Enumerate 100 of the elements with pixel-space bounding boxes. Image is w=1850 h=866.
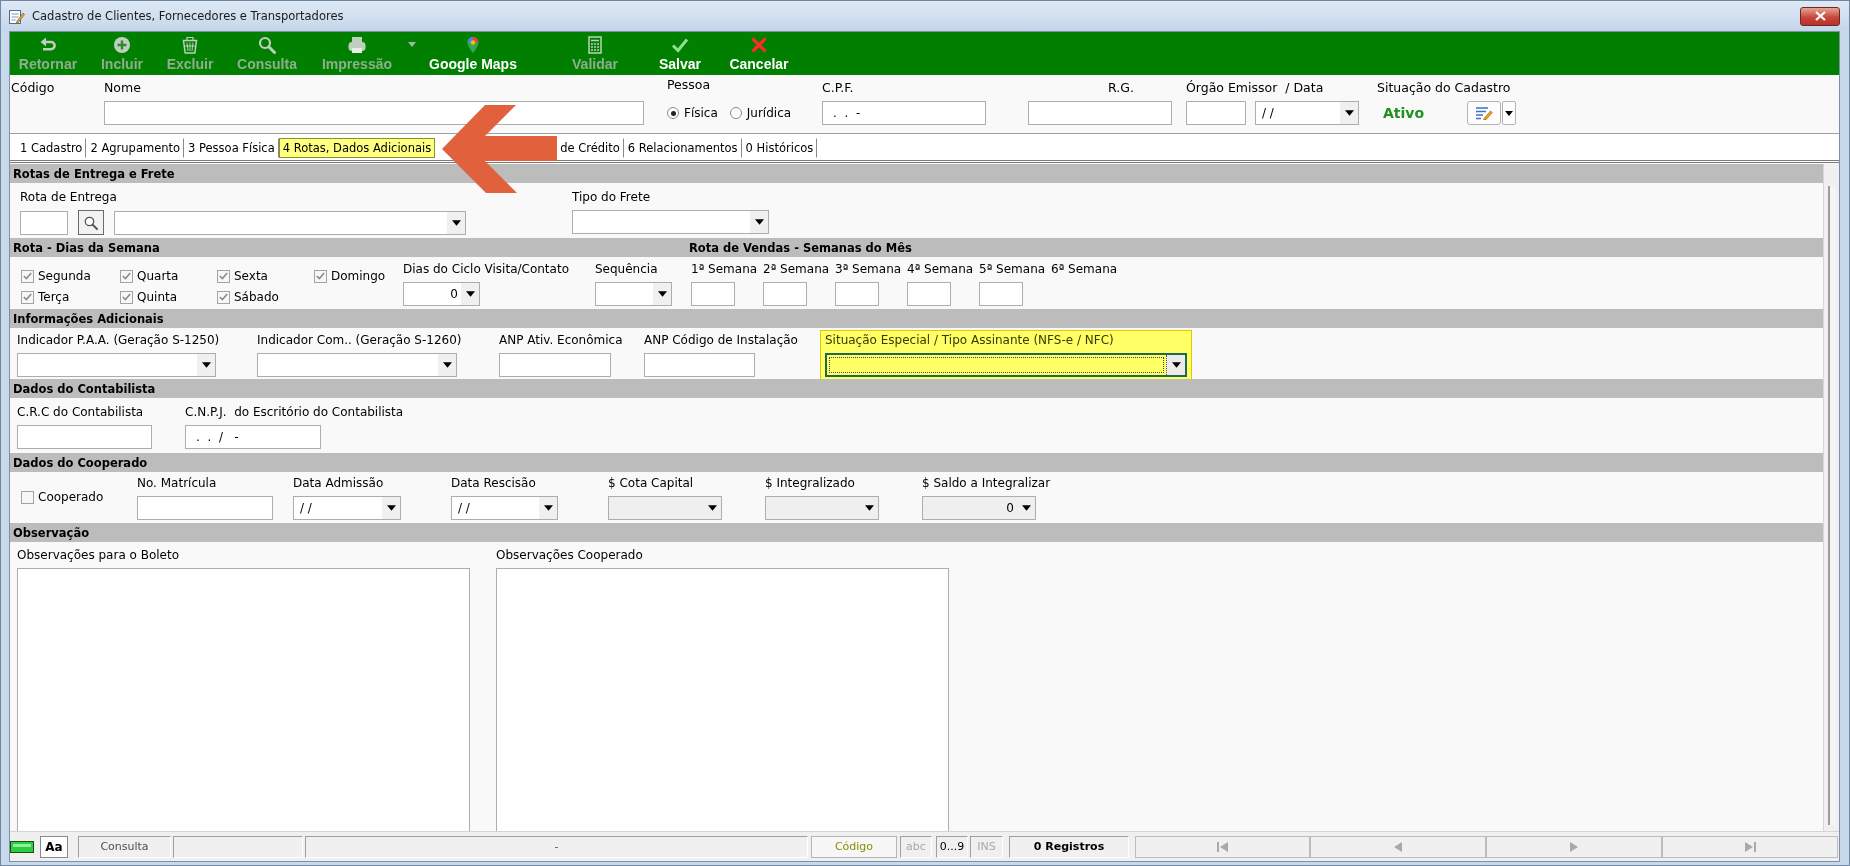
search-icon: [258, 36, 276, 54]
dropdown-field[interactable]: [572, 210, 769, 234]
dropdown-field[interactable]: [825, 353, 1187, 377]
status-value: Ativo: [1383, 105, 1425, 121]
checkbox[interactable]: [217, 290, 230, 304]
field-label: Situação Especial / Tipo Assinante (NFS-e / NFC): [825, 333, 1114, 348]
field-label: ANP Código de Instalação: [644, 333, 798, 348]
field-label: Observações para o Boleto: [17, 548, 180, 563]
checkbox[interactable]: [120, 269, 133, 283]
text-field[interactable]: [644, 353, 755, 377]
text-field[interactable]: [499, 353, 611, 377]
field-label: 6ª Semana: [1051, 262, 1118, 277]
field-label: 2ª Semana: [763, 262, 830, 277]
checkbox-label: Cooperado: [38, 490, 104, 504]
text-field[interactable]: [835, 282, 879, 306]
field-label: Indicador P.A.A. (Geração S-1250): [17, 333, 220, 348]
checkbox[interactable]: [21, 490, 34, 504]
caret-icon: [657, 291, 667, 297]
text-field[interactable]: [1186, 101, 1246, 125]
text-field[interactable]: . . / -: [185, 425, 321, 449]
text-field[interactable]: [137, 496, 273, 520]
section-title: Rota - Dias da Semana: [13, 240, 160, 255]
text-field[interactable]: [763, 282, 807, 306]
checkmark-icon: [219, 293, 228, 301]
caret-icon: [707, 505, 717, 511]
checkbox[interactable]: [21, 290, 34, 304]
checkbox[interactable]: [314, 269, 327, 283]
close-button[interactable]: [1800, 6, 1840, 26]
text-field[interactable]: [979, 282, 1023, 306]
radio-button[interactable]: [729, 107, 742, 119]
field-label: No. Matrícula: [137, 476, 217, 491]
toolbar-button[interactable]: Salvar: [645, 32, 715, 75]
checkmark-icon: [122, 272, 131, 280]
trash-icon: [181, 36, 199, 54]
dropdown-field[interactable]: [114, 210, 466, 235]
checkbox-label: Segunda: [38, 269, 91, 283]
checkbox[interactable]: [21, 269, 34, 283]
caret-icon: [1344, 110, 1354, 116]
checkmark-icon: [219, 272, 228, 280]
dropdown-field[interactable]: [595, 282, 672, 306]
search-icon: [84, 215, 98, 230]
list-pencil-icon: [1475, 106, 1494, 120]
toolbar-button[interactable]: Cancelar: [720, 32, 798, 75]
checkbox[interactable]: [120, 290, 133, 304]
scrollbar-thumb[interactable]: [1828, 186, 1836, 825]
checkmark-icon: [23, 272, 32, 280]
field-label: 5ª Semana: [979, 262, 1046, 277]
font-button[interactable]: Aa: [40, 835, 68, 858]
return-arrow-icon: [39, 36, 57, 54]
text-field[interactable]: [907, 282, 951, 306]
checkbox[interactable]: [217, 269, 230, 283]
caret-icon: [1505, 110, 1514, 116]
caret-icon: [451, 219, 461, 226]
dropdown-field[interactable]: [17, 353, 216, 377]
caret-icon: [465, 291, 475, 297]
field-label: 4ª Semana: [907, 262, 974, 277]
text-field[interactable]: [691, 282, 735, 306]
radio-label: Jurídica: [746, 106, 792, 120]
radio-button[interactable]: [667, 107, 679, 119]
text-field[interactable]: [1028, 101, 1172, 125]
triangle-left-icon: [1392, 841, 1404, 852]
checkbox-label: Sábado: [234, 290, 279, 304]
dropdown-field[interactable]: 0: [403, 282, 480, 306]
text-field[interactable]: [17, 425, 152, 449]
checkbox-label: Sexta: [234, 269, 268, 283]
window-title: Cadastro de Clientes, Fornecedores e Transportadores: [32, 9, 344, 23]
checkbox-label: Quarta: [137, 269, 179, 283]
dropdown-button[interactable]: [1502, 101, 1517, 125]
section-title: Rotas de Entrega e Frete: [13, 166, 175, 181]
field-label: C.R.C do Contabilista: [17, 405, 144, 420]
caret-icon: [386, 505, 396, 511]
field-label: Observações Cooperado: [496, 548, 643, 563]
text-field[interactable]: [104, 101, 644, 125]
section-title: Observação: [13, 525, 90, 540]
search-key-button[interactable]: Código: [811, 835, 897, 858]
toolbar-button[interactable]: Google Maps: [424, 32, 522, 75]
caret-icon: [1021, 505, 1031, 511]
cross-icon: [750, 36, 768, 54]
field-label: Dias do Ciclo Visita/Contato: [403, 262, 569, 277]
field-label: Nome: [104, 79, 141, 97]
field-label: Indicador Com.. (Geração S-1260): [257, 333, 462, 348]
radio-label: Física: [684, 106, 718, 120]
check-icon: [671, 36, 689, 54]
document-pen-icon: [8, 7, 25, 25]
status-message: -: [305, 835, 808, 858]
dropdown-field[interactable]: [257, 353, 457, 377]
scrollbar[interactable]: [1823, 164, 1839, 831]
text-field[interactable]: [20, 210, 68, 235]
search-button[interactable]: [78, 210, 104, 235]
field-label: Código: [11, 79, 55, 97]
field-label: Órgão Emissor / Data: [1186, 79, 1324, 97]
caret-icon: [864, 505, 874, 511]
date-field[interactable]: / /: [1255, 101, 1359, 125]
tab[interactable]: 4 Rotas, Dados Adicionais: [278, 138, 436, 158]
text-field[interactable]: . . -: [822, 101, 986, 125]
section-title: Dados do Contabilista: [13, 381, 156, 396]
caret-icon: [442, 362, 452, 368]
dropdown-field[interactable]: / /: [451, 496, 558, 520]
field-label: $ Integralizado: [765, 476, 855, 491]
dropdown-field[interactable]: / /: [293, 496, 401, 520]
